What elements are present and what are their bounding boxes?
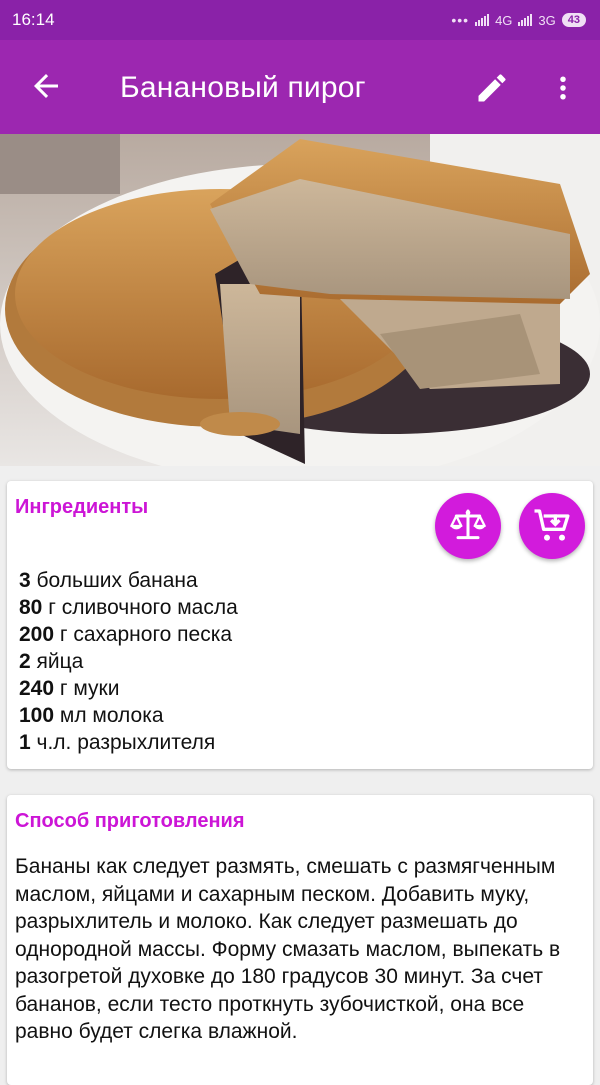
recipe-photo: [0, 134, 600, 466]
ingredient-amount: 3: [19, 569, 31, 592]
status-bar: 16:14 ••• 4G 3G 43: [0, 0, 600, 40]
scale-balance-icon: [450, 509, 486, 540]
list-item: 100 мл молока: [19, 702, 238, 729]
list-item: 240 г муки: [19, 675, 238, 702]
list-item: 3 больших банана: [19, 567, 238, 594]
method-text: Бананы как следует размять, смешать с ра…: [15, 855, 561, 1043]
battery-indicator: 43: [561, 13, 586, 27]
status-time: 16:14: [12, 10, 55, 29]
ingredient-text: яйца: [30, 650, 84, 673]
more-vert-icon[interactable]: [548, 70, 578, 106]
ingredients-card: Ингредиенты 3 больших банана 80 г сливоч…: [7, 481, 593, 769]
status-indicators: ••• 4G 3G 43: [451, 12, 586, 28]
ingredient-text: ч.л. разрыхлителя: [30, 731, 216, 754]
ingredient-amount: 100: [19, 704, 55, 727]
list-item: 200 г сахарного песка: [19, 621, 238, 648]
ingredient-text: г сахарного песка: [54, 623, 233, 646]
ingredient-amount: 80: [19, 596, 43, 619]
ingredient-amount: 200: [19, 623, 55, 646]
network-type-1: 4G: [495, 12, 513, 28]
ingredient-amount: 1: [19, 731, 31, 754]
signal-icon-2: [518, 14, 533, 26]
banana-pie-image: [0, 134, 600, 466]
list-item: 1 ч.л. разрыхлителя: [19, 729, 238, 756]
list-item: 80 г сливочного масла: [19, 594, 238, 621]
network-type-2: 3G: [538, 12, 556, 28]
ingredient-amount: 240: [19, 677, 55, 700]
ingredient-list: 3 больших банана 80 г сливочного масла 2…: [19, 567, 238, 756]
cart-download-icon: [534, 509, 570, 541]
ingredient-text: г сливочного масла: [42, 596, 238, 619]
ingredient-text: больших банана: [30, 569, 198, 592]
list-item: 2 яйца: [19, 648, 238, 675]
method-title: Способ приготовления: [15, 810, 245, 832]
page-title: Банановый пирог: [120, 71, 366, 104]
ingredients-title: Ингредиенты: [15, 496, 149, 518]
notification-dots: •••: [451, 12, 470, 28]
scale-button[interactable]: [435, 493, 501, 559]
ingredient-text: мл молока: [54, 704, 164, 727]
ingredient-text: г муки: [54, 677, 120, 700]
pencil-icon[interactable]: [474, 70, 510, 106]
ingredient-amount: 2: [19, 650, 31, 673]
app-bar: Банановый пирог: [0, 40, 600, 134]
add-to-cart-button[interactable]: [519, 493, 585, 559]
arrow-back-icon[interactable]: [28, 68, 64, 104]
signal-icon: [475, 14, 490, 26]
method-card: Способ приготовления Бананы как следует …: [7, 795, 593, 1085]
